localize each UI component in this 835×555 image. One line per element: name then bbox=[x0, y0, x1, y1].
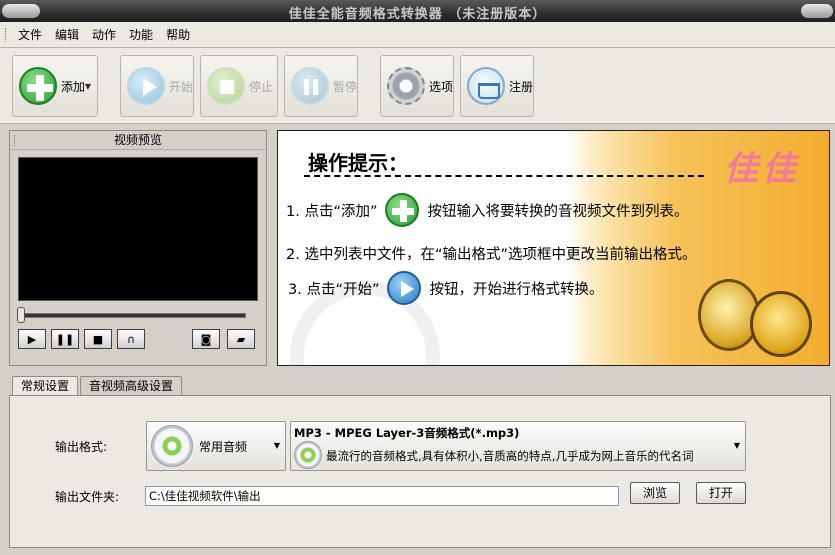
open-folder-button[interactable]: ▰ bbox=[227, 329, 255, 349]
start-button[interactable]: 开始 bbox=[120, 55, 194, 117]
play-icon bbox=[127, 67, 165, 105]
tip-step-3-post: 按钮，开始进行格式转换。 bbox=[429, 281, 604, 298]
tip-step-1: 1. 点击“添加” 按钮输入将要转换的音视频文件到列表。 bbox=[286, 193, 688, 227]
output-format-select[interactable]: MP3 - MPEG Layer-3音频格式(*.mp3) 最流行的音频格式,具… bbox=[290, 421, 746, 471]
tip-step-1-post: 按钮输入将要转换的音视频文件到列表。 bbox=[427, 203, 689, 220]
pause-icon bbox=[291, 67, 329, 105]
general-settings-panel: 输出格式: 常用音频 ▼ MP3 - MPEG Layer-3音频格式(*.mp… bbox=[9, 395, 831, 548]
start-label: 开始 bbox=[169, 79, 194, 94]
add-icon bbox=[19, 67, 57, 105]
headphones-icon: ∩ bbox=[126, 332, 136, 346]
pause-icon: ❚❚ bbox=[55, 332, 75, 346]
menu-function[interactable]: 功能 bbox=[129, 26, 153, 43]
format-category-value: 常用音频 bbox=[199, 439, 248, 454]
basket-icon bbox=[467, 67, 505, 105]
tip-step-1-pre: 1. 点击“添加” bbox=[286, 203, 378, 220]
options-label: 选项 bbox=[429, 79, 454, 94]
add-label: 添加 bbox=[61, 79, 86, 94]
gear-icon bbox=[387, 67, 425, 105]
settings-tabs: 常规设置 音视频高级设置 bbox=[12, 376, 184, 397]
video-preview-title: 视频预览 bbox=[10, 131, 266, 150]
tip-step-3: 3. 点击“开始” 按钮，开始进行格式转换。 bbox=[288, 271, 603, 305]
play-icon bbox=[387, 271, 422, 305]
play-icon: ▶ bbox=[27, 332, 37, 346]
format-category-select[interactable]: 常用音频 ▼ bbox=[146, 421, 286, 471]
add-button[interactable]: 添加 ▼ bbox=[12, 55, 98, 117]
output-folder-input[interactable] bbox=[145, 486, 619, 506]
tab-general-settings[interactable]: 常规设置 bbox=[12, 376, 79, 397]
pause-button[interactable]: 暂停 bbox=[284, 55, 358, 117]
browse-button[interactable]: 浏览 bbox=[630, 482, 680, 504]
play-control-button[interactable]: ▶ bbox=[18, 329, 46, 349]
window-title: 佳佳全能音频格式转换器 （未注册版本） bbox=[288, 7, 547, 22]
video-display bbox=[18, 157, 258, 301]
snapshot-button[interactable]: ◙ bbox=[192, 329, 220, 349]
menu-edit[interactable]: 编辑 bbox=[55, 26, 79, 43]
audio-cd-icon bbox=[294, 441, 322, 469]
headphones-graphic bbox=[698, 259, 818, 365]
chevron-down-icon: ▼ bbox=[733, 441, 740, 450]
audio-cd-icon bbox=[151, 425, 193, 467]
output-format-label: 输出格式: bbox=[55, 440, 108, 454]
tip-step-3-pre: 3. 点击“开始” bbox=[288, 281, 380, 298]
register-button[interactable]: 注册 bbox=[460, 55, 534, 117]
chevron-down-icon: ▼ bbox=[273, 441, 280, 450]
stop-icon: ■ bbox=[92, 332, 104, 346]
folder-icon: ▰ bbox=[236, 332, 246, 346]
tip-step-2-text: 2. 选中列表中文件，在“输出格式”选项框中更改当前输出格式。 bbox=[286, 247, 697, 263]
dropdown-arrow-icon[interactable]: ▼ bbox=[85, 82, 91, 91]
tip-step-2: 2. 选中列表中文件，在“输出格式”选项框中更改当前输出格式。 bbox=[286, 243, 696, 264]
headphones-button[interactable]: ∩ bbox=[117, 329, 145, 349]
stop-label: 停止 bbox=[249, 79, 274, 94]
toolbar: 添加 ▼ 开始 停止 暂停 选项 注册 bbox=[0, 48, 835, 124]
menu-grip bbox=[5, 28, 8, 42]
open-button[interactable]: 打开 bbox=[696, 482, 746, 504]
headphone-cup-right bbox=[750, 291, 812, 357]
camera-icon: ◙ bbox=[200, 332, 212, 346]
options-button[interactable]: 选项 bbox=[380, 55, 454, 117]
output-format-description: 最流行的音频格式,具有体积小,音质高的特点,几乎成为网上音乐的代名词 bbox=[326, 449, 694, 463]
close-button[interactable] bbox=[801, 4, 833, 18]
menu-file[interactable]: 文件 bbox=[18, 26, 42, 43]
add-icon bbox=[385, 193, 420, 227]
output-format-name: MP3 - MPEG Layer-3音频格式(*.mp3) bbox=[294, 426, 520, 440]
video-preview-panel: 视频预览 ▶ ❚❚ ■ ∩ ◙ ▰ bbox=[9, 130, 267, 366]
menu-action[interactable]: 动作 bbox=[92, 26, 116, 43]
tips-heading: 操作提示： bbox=[308, 151, 408, 175]
tips-banner: 佳佳 操作提示： 1. 点击“添加” 按钮输入将要转换的音视频文件到列表。 2.… bbox=[277, 130, 830, 366]
panel-grip bbox=[14, 135, 15, 146]
menu-bar: 文件 编辑 动作 功能 帮助 bbox=[0, 22, 835, 48]
stop-button[interactable]: 停止 bbox=[200, 55, 278, 117]
seek-thumb[interactable] bbox=[17, 307, 25, 323]
tab-advanced-settings[interactable]: 音视频高级设置 bbox=[80, 376, 183, 396]
title-bar: 佳佳全能音频格式转换器 （未注册版本） bbox=[0, 0, 835, 22]
menu-help[interactable]: 帮助 bbox=[166, 26, 190, 43]
output-folder-label: 输出文件夹: bbox=[55, 490, 120, 504]
stop-icon bbox=[207, 67, 245, 105]
seek-bar[interactable] bbox=[20, 313, 246, 318]
brand-logo: 佳佳 bbox=[724, 149, 800, 189]
pause-control-button[interactable]: ❚❚ bbox=[51, 329, 79, 349]
register-label: 注册 bbox=[509, 79, 534, 94]
stop-control-button[interactable]: ■ bbox=[84, 329, 112, 349]
pause-label: 暂停 bbox=[333, 79, 358, 94]
tips-divider bbox=[304, 175, 704, 177]
